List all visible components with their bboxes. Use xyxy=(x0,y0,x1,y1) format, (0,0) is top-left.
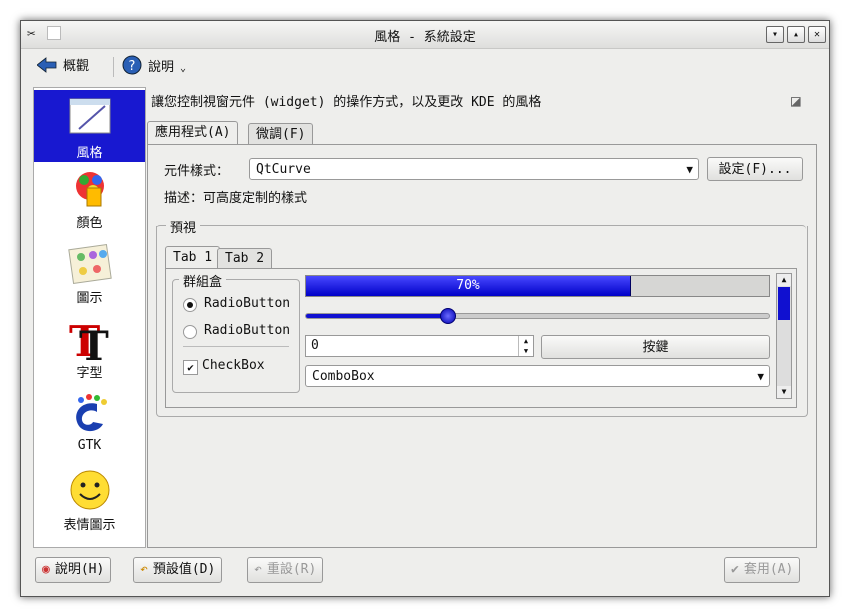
help-button-label: 說明(H) xyxy=(54,562,105,577)
sidebar-item-label: 表情圖示 xyxy=(63,518,116,533)
tab-panel: 元件樣式： QtCurve ▼ 設定(F)... 描述：可高度定制的樣式 預視 … xyxy=(147,144,817,548)
whats-this-icon[interactable]: ◪ xyxy=(791,91,801,110)
reset-icon: ↶ xyxy=(254,562,262,577)
svg-text:?: ? xyxy=(129,59,136,74)
sidebar-item-label: GTK xyxy=(77,438,102,453)
checkbox-label: CheckBox xyxy=(202,358,265,373)
minimize-button[interactable]: ▾ xyxy=(766,26,784,43)
sidebar: 風格 顏色 圖示 T T 字型 GTK 表情圖示 xyxy=(33,87,146,548)
radio-button-2[interactable] xyxy=(183,325,197,339)
sidebar-item-fonts[interactable]: T T 字型 xyxy=(34,316,145,388)
apply-button-label: 套用(A) xyxy=(743,562,794,577)
radio-label-1: RadioButton xyxy=(204,296,291,311)
widget-style-combo[interactable]: QtCurve ▼ xyxy=(249,158,699,180)
back-arrow-icon xyxy=(37,56,57,73)
spin-value: 0 xyxy=(311,338,319,353)
defaults-button-label: 預設值(D) xyxy=(152,562,216,577)
tab-preview-1[interactable]: Tab 1 xyxy=(165,246,221,268)
help-label: 說明 xyxy=(148,59,175,75)
sidebar-item-label: 圖示 xyxy=(76,291,103,306)
preview-combobox-value: ComboBox xyxy=(312,369,375,384)
defaults-icon: ↶ xyxy=(140,562,148,577)
window-title: 風格 - 系統設定 xyxy=(374,30,476,45)
scroll-up-icon[interactable]: ▲ xyxy=(777,274,791,286)
overview-button[interactable]: 概觀 xyxy=(37,55,89,74)
checkbox[interactable]: ✔ xyxy=(183,360,198,375)
preview-group: 預視 Tab 1 Tab 2 群組盒 RadioButton RadioButt… xyxy=(156,217,808,538)
close-button[interactable]: ✕ xyxy=(808,26,826,43)
help-icon: ◉ xyxy=(42,562,50,577)
emoticons-icon xyxy=(70,470,109,510)
help-button[interactable]: ◉ 說明(H) xyxy=(35,557,112,583)
slider-fill xyxy=(306,314,445,318)
preview-tab-panel: 群組盒 RadioButton RadioButton ✔ CheckBox 7… xyxy=(165,268,797,408)
groupbox-title: 群組盒 xyxy=(179,271,227,290)
chevron-down-icon: ▼ xyxy=(757,370,764,383)
tab-finetune[interactable]: 微調(F) xyxy=(248,123,314,146)
button-bar: ◉ 說明(H) ↶ 預設值(D) ↶ 重設(R) ✔ 套用(A) xyxy=(21,551,829,595)
radio-label-2: RadioButton xyxy=(204,323,291,338)
spin-box[interactable]: 0 ▲ ▼ xyxy=(305,335,534,357)
groupbox: 群組盒 RadioButton RadioButton ✔ CheckBox xyxy=(172,271,300,393)
gtk-icon xyxy=(75,394,107,432)
icons-icon xyxy=(67,243,112,285)
preview-frame: Tab 1 Tab 2 群組盒 RadioButton RadioButton … xyxy=(156,226,808,417)
sidebar-item-label: 顏色 xyxy=(76,216,103,231)
sidebar-item-label: 風格 xyxy=(76,146,103,161)
sidebar-item-icons[interactable]: 圖示 xyxy=(34,241,145,313)
maximize-button[interactable]: ▴ xyxy=(787,26,805,43)
progress-bar: 70% xyxy=(305,275,770,297)
vertical-scrollbar[interactable]: ▲ ▼ xyxy=(776,273,792,399)
chevron-down-icon: ▼ xyxy=(686,163,693,176)
style-icon xyxy=(69,98,110,134)
push-button[interactable]: 按鍵 xyxy=(541,335,770,359)
spin-arrows-icon[interactable]: ▲ ▼ xyxy=(518,336,533,356)
slider-handle[interactable] xyxy=(440,308,456,324)
colors-icon xyxy=(75,172,104,207)
fonts-icon: T T xyxy=(69,317,109,362)
scroll-thumb[interactable] xyxy=(778,287,790,320)
widget-style-value: QtCurve xyxy=(256,162,311,177)
style-description: 描述：可高度定制的樣式 xyxy=(164,191,308,206)
toolbar: 概觀 ? 說明 ⌄ xyxy=(21,49,829,81)
sidebar-item-gtk[interactable]: GTK xyxy=(34,392,145,464)
title-bar: ✂ 風格 - 系統設定 ▾ ▴ ✕ xyxy=(21,21,829,49)
preview-combobox[interactable]: ComboBox ▼ xyxy=(305,365,770,387)
svg-text:T: T xyxy=(79,323,109,362)
configure-button[interactable]: 設定(F)... xyxy=(707,157,803,181)
scroll-down-icon[interactable]: ▼ xyxy=(777,386,791,398)
module-description: 讓您控制視窗元件 (widget) 的操作方式，以及更改 KDE 的風格 xyxy=(151,95,542,110)
chevron-down-icon: ⌄ xyxy=(180,62,187,74)
defaults-button[interactable]: ↶ 預設值(D) xyxy=(133,557,223,583)
checkmark-icon: ✔ xyxy=(731,562,739,577)
radio-button-1[interactable] xyxy=(183,298,197,312)
overview-label: 概觀 xyxy=(63,59,90,74)
reset-button-label: 重設(R) xyxy=(266,562,317,577)
toolbar-separator xyxy=(113,57,114,77)
widget-style-label: 元件樣式： xyxy=(164,164,230,179)
tab-applications[interactable]: 應用程式(A) xyxy=(147,121,239,145)
settings-window: ✂ 風格 - 系統設定 ▾ ▴ ✕ 概觀 ? 說明 ⌄ 風格 顏色 圖示 T T… xyxy=(20,20,830,597)
sidebar-item-emoticons[interactable]: 表情圖示 xyxy=(34,468,145,540)
apply-button[interactable]: ✔ 套用(A) xyxy=(724,557,801,583)
help-icon: ? xyxy=(122,55,142,75)
sidebar-item-colors[interactable]: 顏色 xyxy=(34,166,145,238)
reset-button[interactable]: ↶ 重設(R) xyxy=(247,557,324,583)
divider xyxy=(183,346,289,347)
progress-text: 70% xyxy=(456,278,480,293)
sidebar-item-label: 字型 xyxy=(76,366,103,381)
tab-preview-2[interactable]: Tab 2 xyxy=(217,248,273,268)
help-menu-button[interactable]: ? 說明 ⌄ xyxy=(122,55,186,75)
sidebar-item-style[interactable]: 風格 xyxy=(34,90,145,162)
